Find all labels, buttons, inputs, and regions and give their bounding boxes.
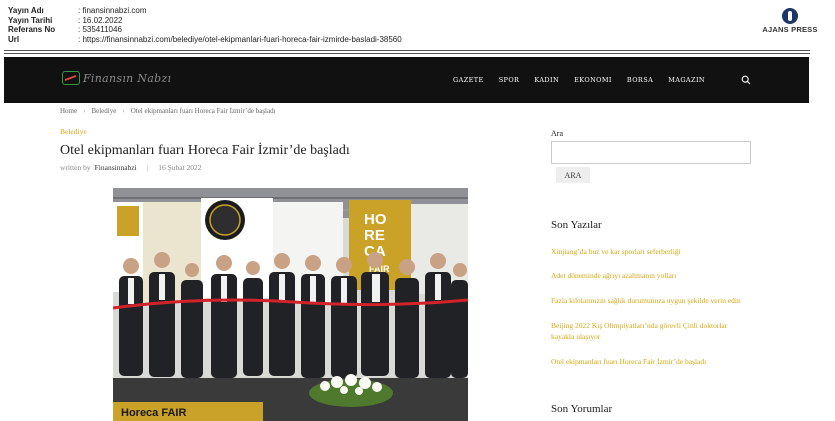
recent-post-link[interactable]: Adet döneminde ağrıyı azaltmanın yolları <box>551 270 676 281</box>
main-nav: GAZETE SPOR KADIN EKONOMI BORSA MAGAZIN <box>453 76 705 84</box>
meta-label: Yayın Adı <box>8 6 44 15</box>
article-date: 16 Şubat 2022 <box>158 163 202 172</box>
recent-post-link[interactable]: Fazla kilolarınızın sağlık durumunuza uy… <box>551 295 741 306</box>
sidebar-search-input[interactable] <box>551 141 751 164</box>
meta-value: : 16.02.2022 <box>78 15 123 25</box>
pulse-logo-icon <box>62 71 80 85</box>
meta-row-date: Yayın Tarihi : 16.02.2022 <box>8 16 402 26</box>
breadcrumb-home[interactable]: Home <box>60 107 77 115</box>
meta-value: : finansinnabzi.com <box>78 6 147 15</box>
meta-label: Yayın Tarihi <box>8 15 53 25</box>
sidebar-search-button[interactable]: ARA <box>556 167 590 183</box>
breadcrumb-category[interactable]: Belediye <box>91 107 116 115</box>
photo-horeca-1: HO <box>364 211 387 228</box>
nav-item-ekonomi[interactable]: EKONOMI <box>574 76 612 84</box>
nav-item-gazete[interactable]: GAZETE <box>453 76 484 84</box>
article-author[interactable]: Finansinnabzi <box>95 163 137 172</box>
meta-row-publication: Yayın Adı : finansinnabzi.com <box>8 6 402 16</box>
nav-item-spor[interactable]: SPOR <box>499 76 520 84</box>
recent-posts-heading: Son Yazılar <box>551 219 602 231</box>
meta-value: : https://finansinnabzi.com/belediye/ote… <box>78 34 402 44</box>
sidebar-search-label: Ara <box>551 129 563 138</box>
breadcrumb-current: Otel ekipmanları fuarı Horeca Fair İzmir… <box>130 107 276 115</box>
article-byline: written by Finansinnabzi | 16 Şubat 2022 <box>60 163 202 172</box>
site-logo-text: Finansın Nabzı <box>83 71 172 85</box>
agency-logo-icon <box>782 8 798 24</box>
ribbon-cutting-photo: HO RE CA FAIR Horeca FAIR <box>113 188 468 421</box>
agency-name: AJANS PRESS <box>762 25 818 34</box>
agency-logo: AJANS PRESS <box>755 8 825 34</box>
byline-prefix: written by <box>60 163 91 172</box>
divider <box>4 53 810 54</box>
divider <box>4 50 810 51</box>
article-title: Otel ekipmanları fuarı Horeca Fair İzmir… <box>60 143 350 158</box>
recent-comments-heading: Son Yorumlar <box>551 403 613 415</box>
breadcrumb: Home › Belediye › Otel ekipmanları fuarı… <box>60 107 276 115</box>
nav-item-magazin[interactable]: MAGAZIN <box>668 76 705 84</box>
clipping-meta: Yayın Adı : finansinnabzi.com Yayın Tari… <box>8 6 402 44</box>
breadcrumb-separator: › <box>122 107 125 115</box>
photo-banner-text: Horeca FAIR <box>121 407 186 419</box>
site-logo[interactable]: Finansın Nabzı <box>62 71 171 85</box>
meta-row-reference: Referans No : 535411046 <box>8 25 402 35</box>
article-category[interactable]: Belediye <box>60 127 87 136</box>
photo-horeca-2: RE <box>364 227 385 244</box>
meta-label: Url <box>8 34 20 44</box>
breadcrumb-separator: › <box>83 107 86 115</box>
article-photo: HO RE CA FAIR Horeca FAIR <box>113 188 468 421</box>
meta-row-url: Url : https://finansinnabzi.com/belediye… <box>8 35 402 45</box>
byline-separator: | <box>146 163 149 172</box>
nav-item-borsa[interactable]: BORSA <box>627 76 653 84</box>
meta-value: : 535411046 <box>78 25 122 35</box>
search-icon[interactable] <box>741 75 751 85</box>
recent-post-link[interactable]: Beijing 2022 Kış Olimpiyatları’nda görev… <box>551 320 751 342</box>
recent-post-link[interactable]: Otel ekipmanları fuarı Horeca Fair İzmir… <box>551 356 706 367</box>
nav-item-kadin[interactable]: KADIN <box>534 76 559 84</box>
recent-post-link[interactable]: Xinjiang’da buz ve kar sporları seferber… <box>551 246 681 257</box>
site-navbar: Finansın Nabzı GAZETE SPOR KADIN EKONOMI… <box>4 57 809 103</box>
meta-label: Referans No <box>8 25 56 35</box>
